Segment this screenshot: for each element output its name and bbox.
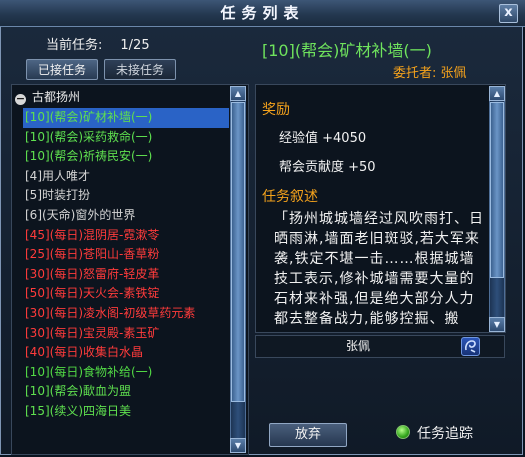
tab-unaccepted[interactable]: 未接任务 <box>104 59 176 80</box>
task-group-label: 古都扬州 <box>32 90 81 104</box>
task-list-item[interactable]: [30](每日)凌水阁-初级草药元素 <box>23 304 229 324</box>
task-list-item[interactable]: [25](每日)苍阳山-香草粉 <box>23 245 229 265</box>
task-detail-panel: 奖励 经验值 +4050 帮会贡献度 +50 任务叙述 「扬州城城墙经过风吹雨打… <box>255 84 506 333</box>
window-titlebar[interactable]: 任务列表 x <box>0 0 525 27</box>
scroll-down-arrow-icon[interactable]: ▼ <box>489 317 505 332</box>
scroll-up-arrow-icon[interactable]: ▲ <box>230 86 246 101</box>
task-list-item[interactable]: [10](帮会)矿材补墙(一) <box>23 108 229 128</box>
reward-contribution: 帮会贡献度 +50 <box>279 160 376 175</box>
track-task-label: 任务追踪 <box>417 426 473 442</box>
task-list-item[interactable]: [6](天命)窗外的世界 <box>23 206 229 226</box>
tab-accepted[interactable]: 已接任务 <box>26 59 98 80</box>
scroll-thumb[interactable] <box>231 102 245 402</box>
scroll-up-arrow-icon[interactable]: ▲ <box>489 86 505 101</box>
task-list-scrollbar[interactable]: ▲ ▼ <box>230 86 246 453</box>
task-list-item[interactable]: [15](续义)四海日美 <box>23 402 229 422</box>
task-detail-title: [10](帮会)矿材补墙(一) <box>262 41 432 60</box>
track-task-toggle[interactable]: 任务追踪 <box>396 425 473 443</box>
scroll-down-arrow-icon[interactable]: ▼ <box>230 438 246 453</box>
close-button[interactable]: x <box>499 4 518 23</box>
task-list-item[interactable]: [10](帮会)祈祷民安(一) <box>23 147 229 167</box>
task-client: 委托者: 张佩 <box>393 66 467 81</box>
task-list-item[interactable]: [40](每日)收集白水晶 <box>23 343 229 363</box>
current-tasks-label: 当前任务: <box>46 38 103 53</box>
task-list-item[interactable]: [30](每日)怒雷府-轻皮革 <box>23 265 229 285</box>
task-list-item[interactable]: [5]时装打扮 <box>23 186 229 206</box>
task-list-item[interactable]: [10](帮会)采药救命(一) <box>23 128 229 148</box>
task-list-item[interactable]: [10](帮会)歃血为盟 <box>23 382 229 402</box>
abandon-button[interactable]: 放弃 <box>269 423 347 447</box>
detail-scrollbar[interactable]: ▲ ▼ <box>489 86 505 332</box>
task-description: 「扬州城城墙经过风吹雨打、日晒雨淋,墙面老旧斑驳,若大军来袭,铁定不堪一击……根… <box>274 211 484 327</box>
current-tasks-count: 1/25 <box>120 38 150 53</box>
track-radio-icon[interactable] <box>396 425 410 439</box>
task-list-item[interactable]: [4]用人唯才 <box>23 167 229 187</box>
reward-exp: 经验值 +4050 <box>279 131 367 146</box>
task-list-item[interactable]: [50](每日)天火会-素铁锭 <box>23 284 229 304</box>
window-title: 任务列表 <box>220 4 305 22</box>
npc-locate-icon[interactable] <box>461 337 480 356</box>
reward-header: 奖励 <box>262 102 290 118</box>
current-tasks-indicator: 当前任务: 1/25 <box>46 34 150 53</box>
task-list: [10](帮会)矿材补墙(一) [10](帮会)采药救命(一) [10](帮会)祈祷… <box>23 108 229 422</box>
npc-bar: 张佩 <box>255 335 505 358</box>
scroll-thumb[interactable] <box>490 102 504 278</box>
npc-name: 张佩 <box>346 339 371 353</box>
description-header: 任务叙述 <box>262 189 318 205</box>
collapse-minus-icon[interactable]: − <box>15 93 26 105</box>
task-list-item[interactable]: [10](每日)食物补给(一) <box>23 363 229 383</box>
task-list-item[interactable]: [30](每日)宝灵殿-素玉矿 <box>23 324 229 344</box>
close-icon: x <box>504 5 513 20</box>
task-list-item[interactable]: [45](每日)混阴居-霓漱苓 <box>23 226 229 246</box>
task-list-panel: − 古都扬州 [10](帮会)矿材补墙(一) [10](帮会)采药救命(一) [10]… <box>11 84 249 455</box>
task-group-header[interactable]: − 古都扬州 <box>15 88 80 106</box>
